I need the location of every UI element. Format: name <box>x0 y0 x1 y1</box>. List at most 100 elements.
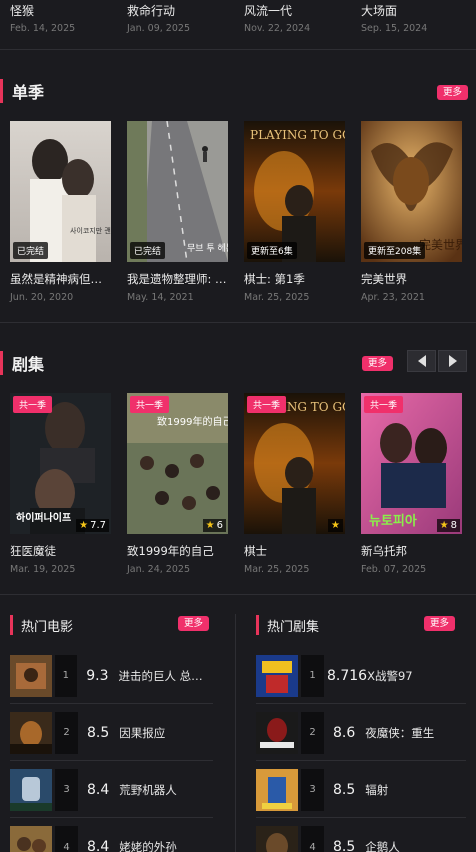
status-label: 更新至208集 <box>364 242 426 259</box>
star-icon: ★ <box>331 520 340 531</box>
chevron-left-icon <box>417 355 426 367</box>
poster-image: 하이퍼나이프 共一季 ★ 7.7 <box>10 393 111 534</box>
rank-number: 2 <box>55 711 78 754</box>
rank-score: 8.4 <box>87 839 110 852</box>
rank-score: 8.5 <box>333 781 356 798</box>
thumbnail-image <box>10 711 52 754</box>
list-item[interactable]: 救命行动 Jan. 09, 2025 <box>127 2 237 34</box>
card-title: 棋士: 第1季 <box>244 272 305 286</box>
thumbnail-image <box>256 711 298 754</box>
card-date: Jan. 24, 2025 <box>127 564 190 575</box>
series-card[interactable]: 致1999年的自己 共一季 ★ 6 致1999年的自己 Jan. 24, 202… <box>127 393 228 575</box>
hot-series-more-button[interactable]: 更多 <box>424 616 456 631</box>
card-date: Mar. 25, 2025 <box>244 292 310 303</box>
rank-score: 8.4 <box>87 781 110 798</box>
rank-title: 辐射 <box>365 782 389 797</box>
hot-movie-row[interactable]: 4 8.4 姥姥的外孙 <box>10 819 213 852</box>
poster-title-text: 무브 투 헤븐 <box>187 242 228 254</box>
rank-score: 9.3 <box>86 667 109 684</box>
poster-image: 致1999年的自己 共一季 ★ 6 <box>127 393 228 534</box>
season-card[interactable]: 完美世界 更新至208集 完美世界 Apr. 23, 2021 <box>361 121 462 303</box>
hot-movie-row[interactable]: 1 9.3 进击的巨人 总集篇 <box>10 648 213 704</box>
item-date: Nov. 22, 2024 <box>244 23 311 34</box>
rank-score: 8.5 <box>333 839 356 852</box>
series-card[interactable]: 뉴토피아 共一季 ★ 8 新乌托邦 Feb. 07, 2025 <box>361 393 462 575</box>
carousel-next-button[interactable] <box>438 350 467 372</box>
star-icon: ★ <box>439 520 449 531</box>
hot-movies-more-button[interactable]: 更多 <box>178 616 210 631</box>
rank-number: 4 <box>301 826 324 852</box>
season-card[interactable]: PLAYING TO GO 更新至6集 棋士: 第1季 Mar. 25, 202… <box>244 121 345 303</box>
star-icon: ★ <box>205 520 215 531</box>
previous-section-row: 怪猴 Feb. 14, 2025 救命行动 Jan. 09, 2025 风流一代… <box>0 0 476 50</box>
season-count-badge: 共一季 <box>130 396 170 413</box>
accent-bar <box>10 615 13 635</box>
season-card[interactable]: 사이코지만 괜찮아 已完结 虽然是精神病但没关系 Jun. 20, 2020 <box>10 121 111 303</box>
poster-image: 뉴토피아 共一季 ★ 8 <box>361 393 462 534</box>
poster-title-text: 致1999年的自己 <box>157 415 228 428</box>
hot-movie-row[interactable]: 3 8.4 荒野机器人 <box>10 762 213 818</box>
thumbnail-image <box>256 768 298 811</box>
rank-title: 姥姥的外孙 <box>119 840 177 852</box>
section-title-text: 剧集 <box>12 355 45 374</box>
rank-score: 8.716 <box>327 667 368 684</box>
rating-badge: ★ 6 <box>202 519 226 532</box>
rank-title: 企鹅人 <box>365 840 400 852</box>
card-title: 完美世界 <box>361 272 407 286</box>
list-item[interactable]: 怪猴 Feb. 14, 2025 <box>10 2 120 34</box>
season-card[interactable]: 무브 투 헤븐 已完结 我是遗物整理师: 第一季 May. 14, 2021 <box>127 121 228 303</box>
accent-bar <box>0 79 3 103</box>
season-more-button[interactable]: 更多 <box>437 85 469 100</box>
hot-series-row[interactable]: 3 8.5 辐射 <box>256 762 466 818</box>
carousel-prev-button[interactable] <box>407 350 436 372</box>
item-title: 怪猴 <box>10 4 35 18</box>
card-date: Apr. 23, 2021 <box>361 292 425 303</box>
rating-badge: ★ <box>328 519 343 532</box>
card-date: Mar. 19, 2025 <box>10 564 76 575</box>
poster-title-text: 하이퍼나이프 <box>16 511 71 524</box>
list-item[interactable]: 风流一代 Nov. 22, 2024 <box>244 2 354 34</box>
hot-series-title-text: 热门剧集 <box>267 619 320 635</box>
season-count-badge: 共一季 <box>247 396 287 413</box>
hot-series-row[interactable]: 2 8.6 夜魔侠：重生 <box>256 705 466 761</box>
thumbnail-image <box>256 654 298 697</box>
hot-series-row[interactable]: 4 8.5 企鹅人 <box>256 819 466 852</box>
hot-movie-row[interactable]: 2 8.5 因果报应 <box>10 705 213 761</box>
card-date: May. 14, 2021 <box>127 292 194 303</box>
rank-title: 夜魔侠：重生 <box>365 725 435 740</box>
item-date: Jan. 09, 2025 <box>127 23 190 34</box>
poster-image: 무브 투 헤븐 已完结 <box>127 121 228 262</box>
card-title: 新乌托邦 <box>361 544 407 558</box>
rank-title: 进击的巨人 总集篇 <box>118 668 213 683</box>
section-divider <box>0 322 476 323</box>
card-date: Jun. 20, 2020 <box>10 292 74 303</box>
star-icon: ★ <box>79 520 89 531</box>
item-title: 风流一代 <box>244 4 293 18</box>
thumbnail-image <box>10 654 52 697</box>
section-title-series: 剧集 <box>0 351 44 375</box>
hot-series-row[interactable]: 1 8.716 X战警97 <box>256 648 466 704</box>
thumbnail-image <box>10 826 52 852</box>
rank-title: 因果报应 <box>119 725 166 740</box>
rank-number: 3 <box>55 768 78 811</box>
column-divider <box>235 614 236 852</box>
rank-score: 8.5 <box>87 724 110 741</box>
season-count-badge: 共一季 <box>364 396 404 413</box>
item-title: 大场面 <box>361 4 398 18</box>
season-count-badge: 共一季 <box>13 396 53 413</box>
poster-title-text: 完美世界 <box>419 237 462 252</box>
item-date: Feb. 14, 2025 <box>10 23 76 34</box>
hot-movies-title: 热门电影 <box>10 615 73 635</box>
section-title-season: 单季 <box>0 79 44 103</box>
series-more-button[interactable]: 更多 <box>362 356 394 371</box>
card-title: 虽然是精神病但没关系 <box>10 272 111 286</box>
card-title: 我是遗物整理师: 第一季 <box>127 272 228 286</box>
status-label: 已完结 <box>130 242 166 259</box>
card-title: 致1999年的自己 <box>127 544 214 558</box>
rank-number: 3 <box>301 768 324 811</box>
series-card[interactable]: 하이퍼나이프 共一季 ★ 7.7 狂医魔徒 Mar. 19, 2025 <box>10 393 111 575</box>
accent-bar <box>0 351 3 375</box>
item-date: Sep. 15, 2024 <box>361 23 428 34</box>
list-item[interactable]: 大场面 Sep. 15, 2024 <box>361 2 471 34</box>
series-card[interactable]: PLAYING TO GO 共一季 ★ 棋士 Mar. 25, 2025 <box>244 393 345 575</box>
